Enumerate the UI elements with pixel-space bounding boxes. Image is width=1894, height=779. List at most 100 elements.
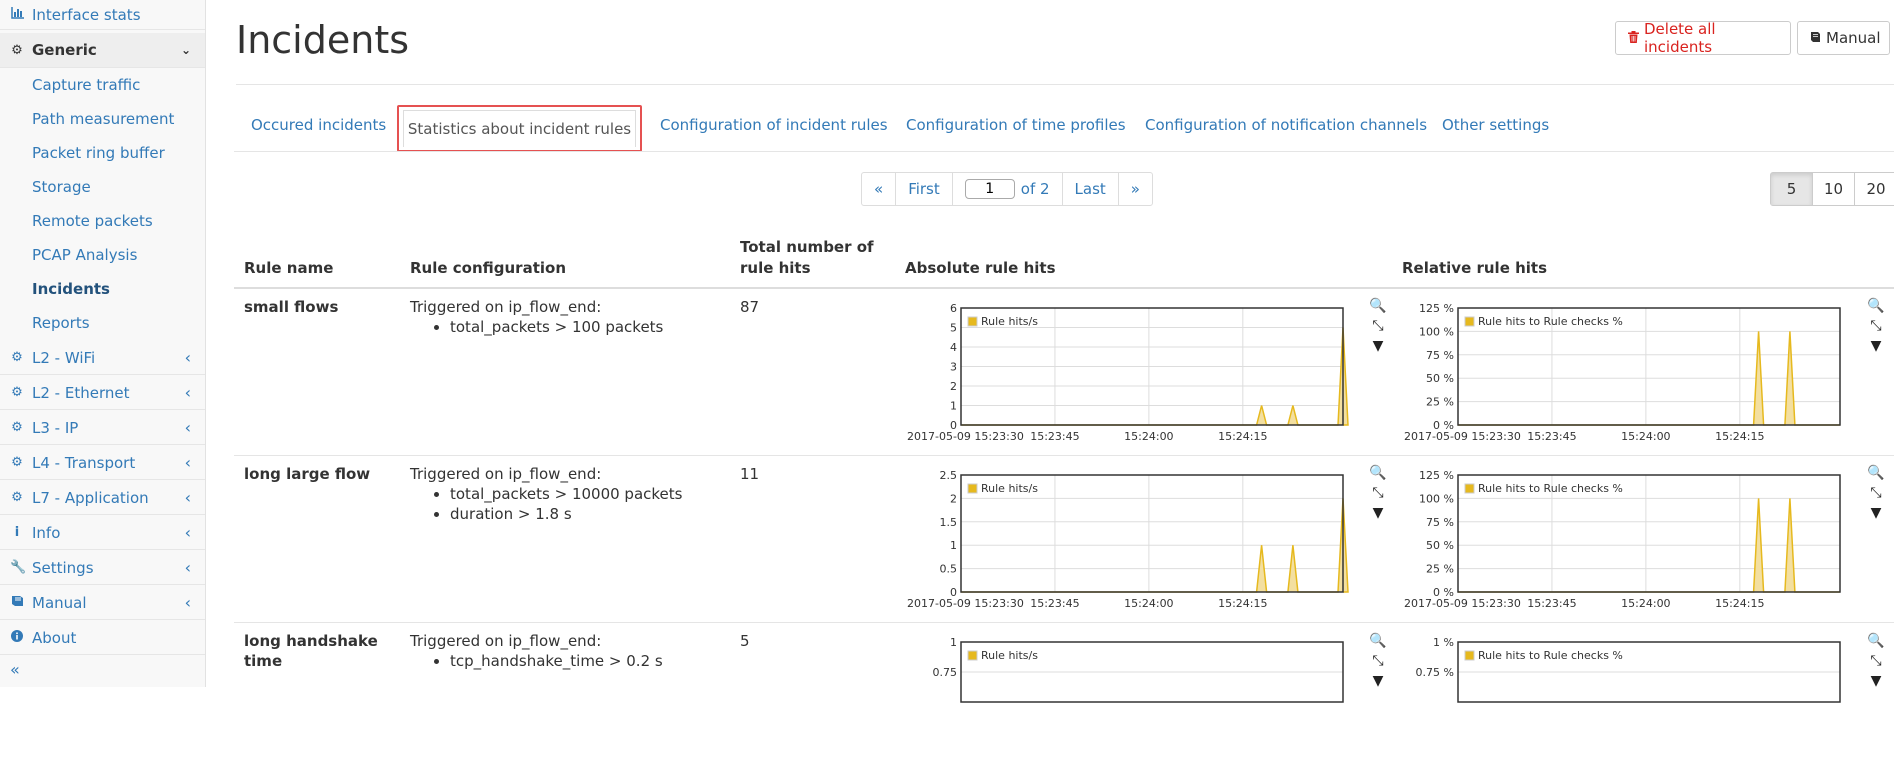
page-size-5[interactable]: 5 xyxy=(1771,173,1813,205)
legend-label: Rule hits to Rule checks % xyxy=(1478,482,1623,495)
sidebar-item-pcap-analysis[interactable]: PCAP Analysis xyxy=(32,244,137,266)
compress-icon[interactable]: ⤡ xyxy=(1866,485,1886,505)
x-tick-label: 15:24:00 xyxy=(1621,597,1670,610)
sidebar-item-path-measurement[interactable]: Path measurement xyxy=(32,108,174,130)
manual-button[interactable]: Manual xyxy=(1797,21,1890,55)
sidebar-group-l3-ip[interactable]: ⚙ L3 - IP ‹ xyxy=(0,411,205,445)
zoom-icon[interactable]: 🔍 xyxy=(1368,633,1388,653)
tab-other-settings[interactable]: Other settings xyxy=(1442,116,1549,134)
chevron-down-icon: ⌄ xyxy=(180,43,191,57)
chart-tools-abs-row-2: 🔍 ⤡ ▼ xyxy=(1368,465,1388,525)
sidebar-item-storage[interactable]: Storage xyxy=(32,176,91,198)
sidebar-item-remote-packets[interactable]: Remote packets xyxy=(32,210,153,232)
rule-condition: total_packets > 100 packets xyxy=(450,317,663,337)
sidebar-group-l2-ethernet[interactable]: ⚙ L2 - Ethernet ‹ xyxy=(0,376,205,410)
table-row-1-config: Triggered on ip_flow_end: total_packets … xyxy=(410,297,663,337)
sidebar-item-packet-ring-buffer[interactable]: Packet ring buffer xyxy=(32,142,165,164)
chevron-left-icon: ‹ xyxy=(184,558,191,577)
delete-all-incidents-button[interactable]: Delete all incidents xyxy=(1615,20,1791,56)
x-tick-label: 15:24:15 xyxy=(1218,430,1267,443)
sidebar-group-label: L4 - Transport xyxy=(32,453,136,472)
rule-condition: duration > 1.8 s xyxy=(450,504,682,524)
legend-label: Rule hits to Rule checks % xyxy=(1478,315,1623,328)
sidebar-group-l7-application[interactable]: ⚙ L7 - Application ‹ xyxy=(0,481,205,515)
column-header-rule-name: Rule name xyxy=(244,259,334,277)
sidebar-group-info[interactable]: i Info ‹ xyxy=(0,516,205,550)
wrench-icon: 🔧 xyxy=(10,560,27,575)
rule-condition: total_packets > 10000 packets xyxy=(450,484,682,504)
sidebar-group-label: L2 - Ethernet xyxy=(32,383,130,402)
page-title: Incidents xyxy=(236,18,410,62)
zoom-icon[interactable]: 🔍 xyxy=(1866,298,1886,318)
x-tick-label: 2017-05-09 15:23:30 xyxy=(907,597,1024,610)
caret-down-icon[interactable]: ▼ xyxy=(1866,338,1886,358)
sidebar-item-capture-traffic[interactable]: Capture traffic xyxy=(32,74,140,96)
gear-icon: ⚙ xyxy=(11,420,23,435)
y-tick-label: 2 xyxy=(950,492,957,505)
compress-icon[interactable]: ⤡ xyxy=(1866,653,1886,673)
chart-svg: 01234562017-05-09 15:23:30 15:23:45 15:24:… xyxy=(907,302,1349,443)
y-tick-label: 2 xyxy=(950,380,957,393)
chart-svg: 00.511.522.52017-05-09 15:23:30 15:23:45 1… xyxy=(907,469,1349,610)
caret-down-icon[interactable]: ▼ xyxy=(1866,673,1886,693)
gear-icon: ⚙ xyxy=(11,350,23,365)
column-header-rule-configuration: Rule configuration xyxy=(410,259,566,277)
page-number-input[interactable] xyxy=(964,179,1015,199)
table-row-3-config: Triggered on ip_flow_end: tcp_handshake_… xyxy=(410,631,663,671)
chart-rel-row-2: 0 % 25 % 50 % 75 % 100 % 125 % 2017-05-09 15:2… xyxy=(1402,467,1872,612)
page-size-20[interactable]: 20 xyxy=(1855,173,1894,205)
sidebar-group-l4-transport[interactable]: ⚙ L4 - Transport ‹ xyxy=(0,446,205,480)
caret-down-icon[interactable]: ▼ xyxy=(1368,338,1388,358)
x-tick-label: 15:24:15 xyxy=(1218,597,1267,610)
pagination-first[interactable]: First xyxy=(896,173,953,205)
trash-icon xyxy=(1628,29,1639,47)
sidebar-item-about[interactable]: About xyxy=(0,621,205,655)
sidebar-item-reports[interactable]: Reports xyxy=(32,312,90,334)
legend-label: Rule hits/s xyxy=(981,482,1038,495)
tab-statistics[interactable]: Statistics about incident rules xyxy=(403,110,636,147)
legend-swatch xyxy=(967,316,978,327)
y-tick-label: 50 % xyxy=(1426,539,1454,552)
caret-down-icon[interactable]: ▼ xyxy=(1368,505,1388,525)
sidebar-group-settings[interactable]: 🔧 Settings ‹ xyxy=(0,551,205,585)
manual-label: Manual xyxy=(1826,29,1881,47)
chart-abs-row-1: 0 1 2 3 4 5 6 2017-05-09 15:23:30 15:23:45 15:24:… xyxy=(905,300,1375,445)
sidebar-item-interface-stats[interactable]: Interface stats xyxy=(0,0,205,30)
sidebar-group-generic[interactable]: ⚙ Generic ⌄ xyxy=(0,33,205,68)
compress-icon[interactable]: ⤡ xyxy=(1368,485,1388,505)
chart-abs-row-3: 1 0.75 Rule hits/s xyxy=(905,634,1375,779)
chart-svg: 1 % 0.75 % Rule hits to Rule checks % xyxy=(1416,636,1841,703)
sidebar-collapse-toggle[interactable]: « xyxy=(10,660,20,679)
zoom-icon[interactable]: 🔍 xyxy=(1368,465,1388,485)
pagination-last[interactable]: Last xyxy=(1063,173,1119,205)
tab-occured-incidents[interactable]: Occured incidents xyxy=(251,116,386,134)
y-tick-label: 4 xyxy=(950,341,957,354)
y-tick-label: 1 xyxy=(950,400,957,413)
tab-configuration-notification-channels[interactable]: Configuration of notification channels xyxy=(1145,116,1427,134)
compress-icon[interactable]: ⤡ xyxy=(1368,318,1388,338)
x-tick-label: 2017-05-09 15:23:30 xyxy=(1404,597,1521,610)
x-tick-label: 15:24:15 xyxy=(1715,597,1764,610)
page-size-10[interactable]: 10 xyxy=(1813,173,1855,205)
caret-down-icon[interactable]: ▼ xyxy=(1368,673,1388,693)
chart-svg: 1 0.75 Rule hits/s xyxy=(933,636,1344,703)
pagination-prev[interactable]: « xyxy=(862,173,897,205)
info-icon: i xyxy=(14,525,20,540)
sidebar-group-manual[interactable]: Manual ‹ xyxy=(0,586,205,620)
compress-icon[interactable]: ⤡ xyxy=(1866,318,1886,338)
pagination-next[interactable]: » xyxy=(1119,173,1152,205)
tab-configuration-time-profiles[interactable]: Configuration of time profiles xyxy=(906,116,1126,134)
zoom-icon[interactable]: 🔍 xyxy=(1866,465,1886,485)
zoom-icon[interactable]: 🔍 xyxy=(1368,298,1388,318)
page-of-label: of 2 xyxy=(1020,180,1050,198)
zoom-icon[interactable]: 🔍 xyxy=(1866,633,1886,653)
sidebar-group-label: Info xyxy=(32,523,61,542)
y-tick-label: 75 % xyxy=(1426,349,1454,362)
sidebar-item-incidents[interactable]: Incidents xyxy=(32,278,110,300)
tab-configuration-incident-rules[interactable]: Configuration of incident rules xyxy=(660,116,888,134)
compress-icon[interactable]: ⤡ xyxy=(1368,653,1388,673)
tabs-divider xyxy=(234,151,1894,152)
chart-tools-rel-row-3: 🔍 ⤡ ▼ xyxy=(1866,633,1886,693)
sidebar-group-l2-wifi[interactable]: ⚙ L2 - WiFi ‹ xyxy=(0,341,205,375)
caret-down-icon[interactable]: ▼ xyxy=(1866,505,1886,525)
